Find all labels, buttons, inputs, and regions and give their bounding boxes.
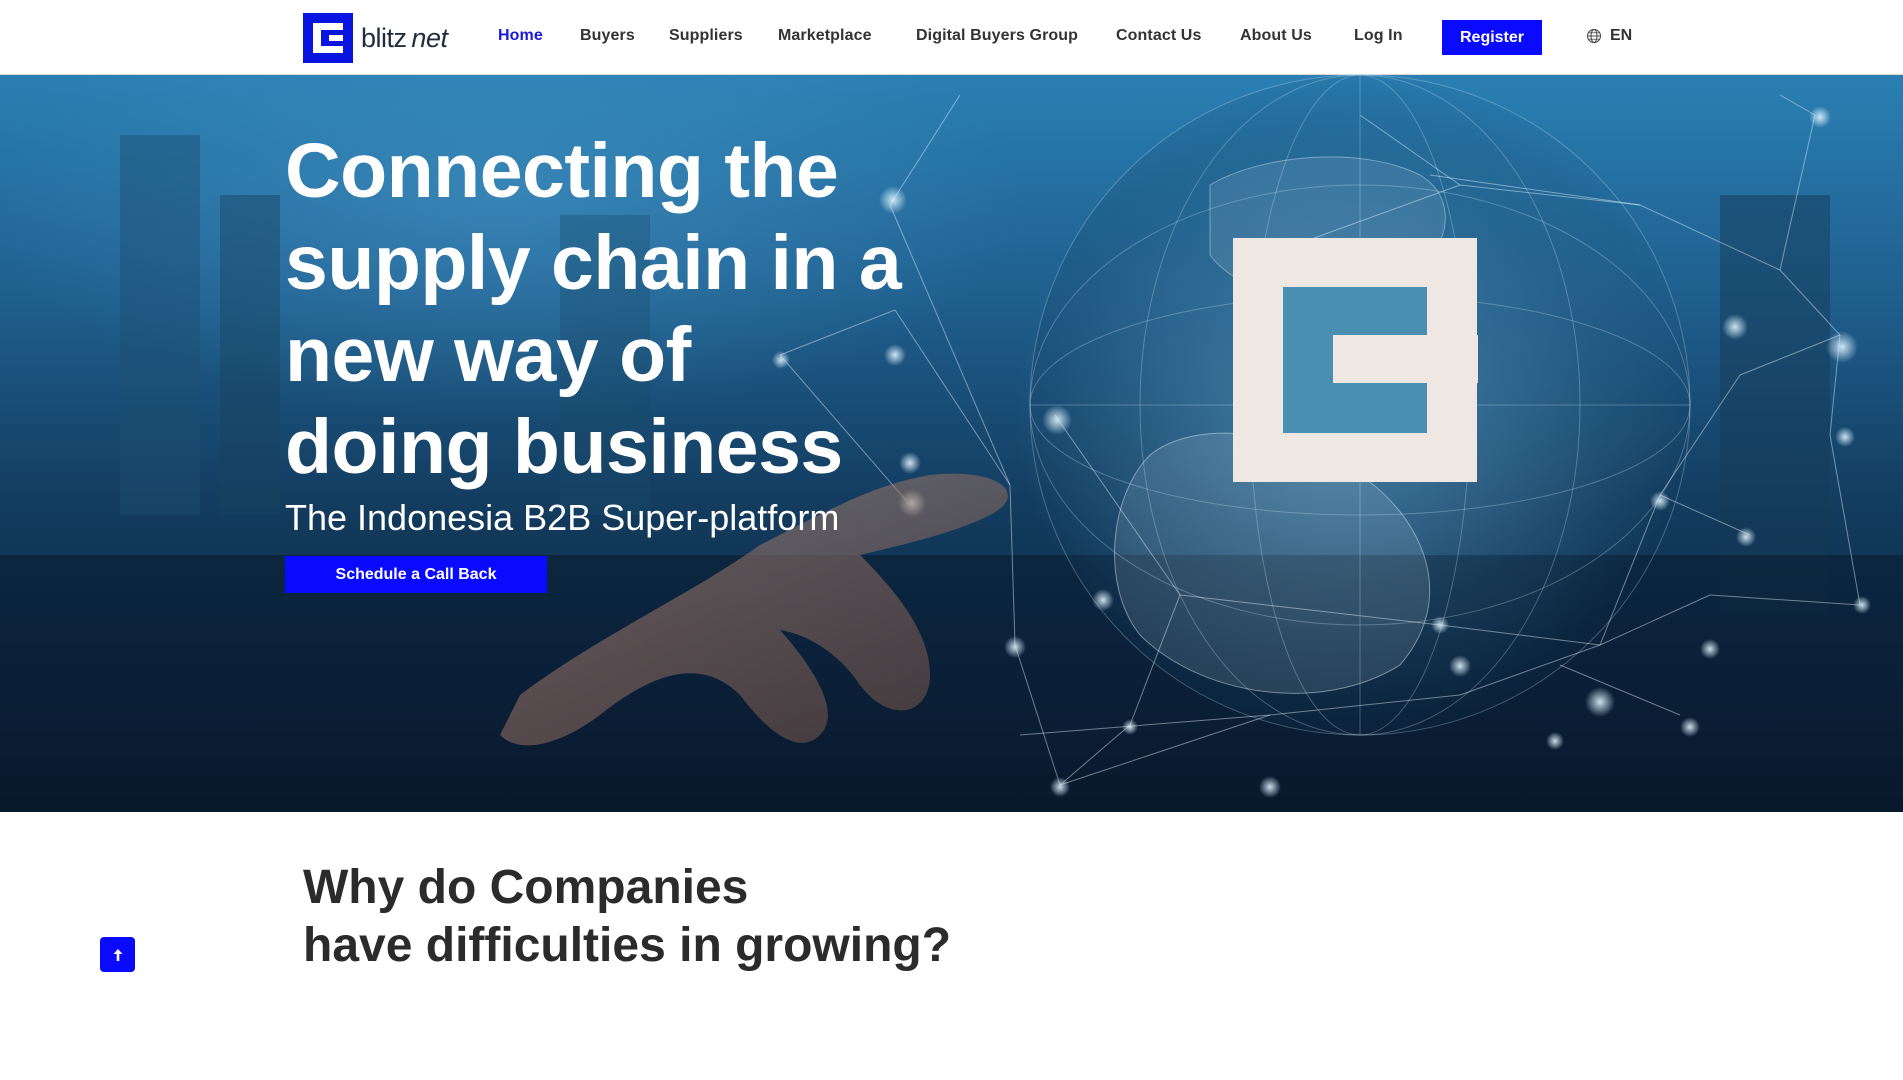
hero-title-line-4: doing business bbox=[285, 404, 843, 490]
hero-title-line-1: Connecting the bbox=[285, 128, 839, 214]
logo-text: blitz net bbox=[361, 22, 448, 53]
language-label: EN bbox=[1610, 27, 1633, 44]
nav-buyers[interactable]: Buyers bbox=[580, 27, 635, 45]
hero-title-line-2: supply chain in a bbox=[285, 220, 902, 306]
language-selector[interactable]: EN bbox=[1586, 27, 1632, 45]
nav-contact-us[interactable]: Contact Us bbox=[1116, 27, 1201, 45]
nav-log-in[interactable]: Log In bbox=[1354, 27, 1403, 45]
schedule-call-back-button[interactable]: Schedule a Call Back bbox=[285, 556, 547, 593]
hero-subtitle: The Indonesia B2B Super-platform bbox=[285, 497, 840, 538]
nav-home[interactable]: Home bbox=[498, 27, 543, 45]
scroll-to-top-button[interactable] bbox=[100, 937, 135, 972]
blitznet-logo[interactable]: blitz net bbox=[303, 13, 448, 63]
nav-digital-buyers-group[interactable]: Digital Buyers Group bbox=[916, 27, 1078, 45]
section-title: Why do Companies have difficulties in gro… bbox=[303, 859, 951, 975]
globe-icon bbox=[1587, 29, 1601, 43]
hero-title-line-3: new way of bbox=[285, 312, 691, 398]
nav-about-us[interactable]: About Us bbox=[1240, 27, 1312, 45]
nav-marketplace[interactable]: Marketplace bbox=[778, 27, 872, 45]
hero-title: Connecting the supply chain in a new way… bbox=[285, 125, 985, 493]
section-title-line-2: have difficulties in growing? bbox=[303, 919, 952, 972]
globe-logo-mark-icon bbox=[1233, 238, 1478, 482]
section-title-line-1: Why do Companies bbox=[303, 861, 749, 914]
top-nav: blitz net Home Buyers Suppliers Marketpl… bbox=[0, 0, 1903, 75]
nav-suppliers[interactable]: Suppliers bbox=[669, 27, 743, 45]
register-button[interactable]: Register bbox=[1442, 20, 1542, 55]
arrow-up-icon bbox=[113, 948, 122, 961]
hero-banner: Connecting the supply chain in a new way… bbox=[0, 75, 1903, 812]
logo-mark-icon bbox=[303, 13, 353, 63]
